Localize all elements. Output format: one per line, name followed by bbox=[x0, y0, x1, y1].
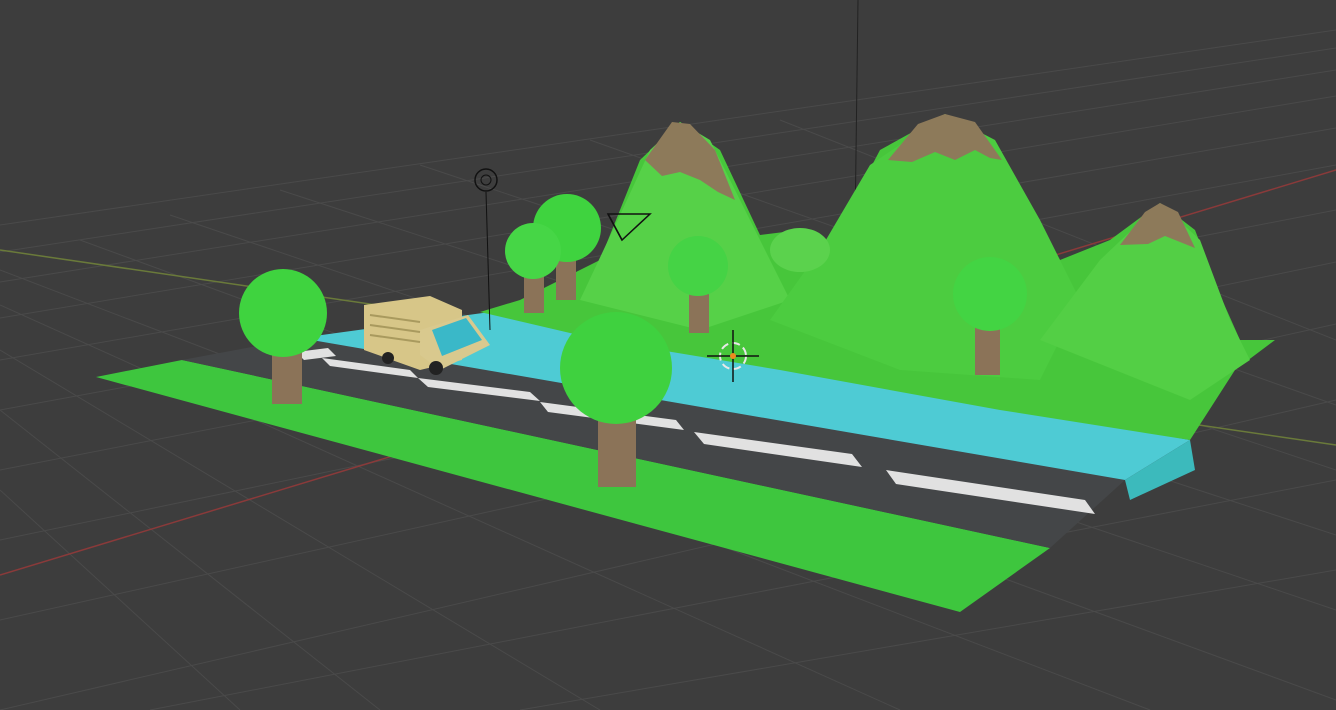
light-icon[interactable] bbox=[474, 168, 498, 331]
viewport-canvas[interactable] bbox=[0, 0, 1336, 710]
hill-small[interactable] bbox=[770, 228, 830, 272]
3d-viewport[interactable] bbox=[0, 0, 1336, 710]
